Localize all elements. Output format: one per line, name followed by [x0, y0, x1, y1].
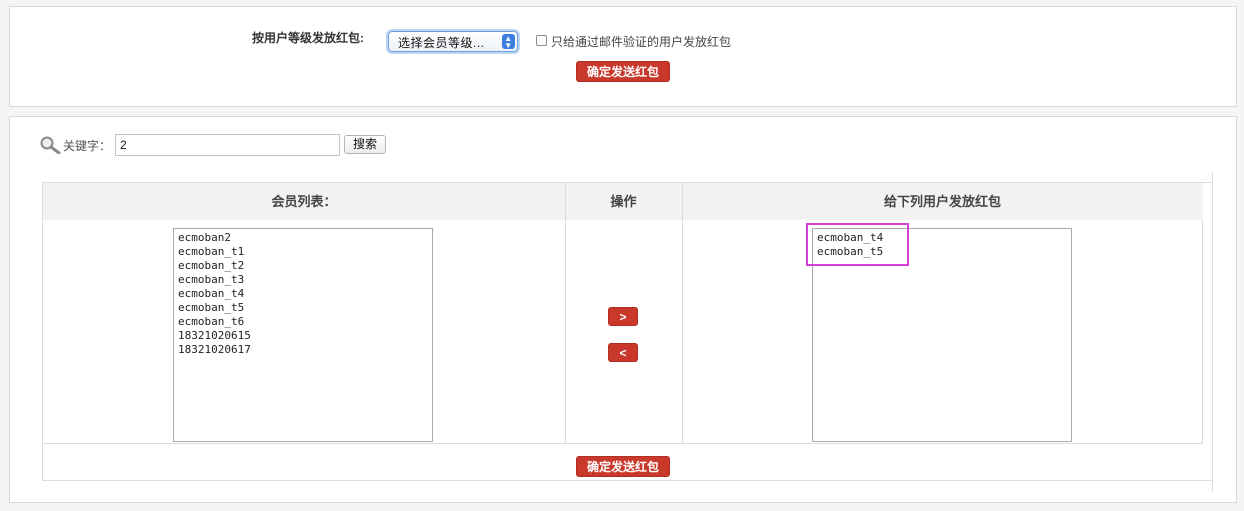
send-to-users-button[interactable]: 确定发送红包 [576, 456, 670, 477]
list-item[interactable]: ecmoban_t2 [178, 259, 428, 273]
selection-highlight [806, 223, 909, 266]
keyword-input[interactable]: 2 [115, 134, 340, 156]
member-level-select[interactable]: 选择会员等级... ▲ ▼ [388, 31, 518, 52]
list-item[interactable]: 18321020615 [178, 329, 428, 343]
search-button[interactable]: 搜索 [344, 135, 386, 154]
column-divider [565, 183, 566, 443]
list-item[interactable]: 18321020617 [178, 343, 428, 357]
keyword-label: 关键字： [63, 139, 112, 153]
updown-arrows-icon: ▲ ▼ [502, 34, 515, 50]
list-item[interactable]: ecmoban_t6 [178, 315, 428, 329]
list-item[interactable]: ecmoban_t5 [178, 301, 428, 315]
list-item[interactable]: ecmoban_t3 [178, 273, 428, 287]
remove-user-button[interactable]: < [608, 343, 638, 362]
list-item[interactable]: ecmoban_t4 [178, 287, 428, 301]
member-list-header: 会员列表： [43, 183, 565, 220]
column-divider [682, 183, 683, 443]
level-label: 按用户等级发放红包: [252, 31, 364, 45]
email-verified-label[interactable]: 只给通过邮件验证的用户发放红包 [551, 33, 731, 50]
member-level-select-value: 选择会员等级... [398, 36, 485, 50]
add-user-button[interactable]: > [608, 307, 638, 326]
search-icon [40, 136, 61, 154]
row-divider [43, 443, 1203, 444]
member-listbox[interactable]: ecmoban2 ecmoban_t1 ecmoban_t2 ecmoban_t… [173, 228, 433, 442]
email-verified-checkbox[interactable] [536, 35, 547, 46]
target-users-header: 给下列用户发放红包 [682, 183, 1203, 220]
list-item[interactable]: ecmoban2 [178, 231, 428, 245]
level-panel [9, 6, 1237, 107]
operation-header: 操作 [565, 183, 682, 220]
send-by-level-button[interactable]: 确定发送红包 [576, 61, 670, 82]
list-item[interactable]: ecmoban_t1 [178, 245, 428, 259]
column-divider [1202, 220, 1203, 443]
